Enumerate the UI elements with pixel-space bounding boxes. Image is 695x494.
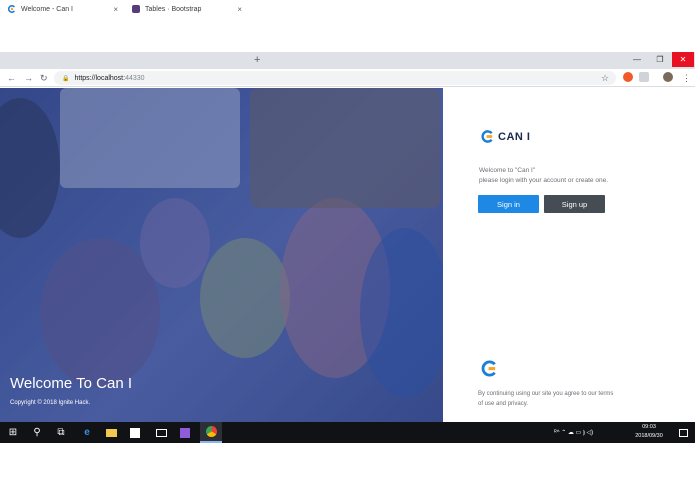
forward-icon[interactable]: →: [24, 69, 33, 87]
tab-close-icon[interactable]: ×: [237, 5, 242, 14]
chrome-icon[interactable]: [200, 422, 222, 443]
edge-icon[interactable]: e: [76, 422, 98, 443]
restore-button[interactable]: ❐: [649, 52, 671, 67]
task-view-icon[interactable]: ⧉: [50, 422, 72, 443]
visual-studio-icon[interactable]: [174, 422, 196, 443]
welcome-text: Welcome to "Can I" please login with you…: [479, 166, 608, 186]
lock-icon: 🔒: [62, 75, 70, 82]
hero-image: [0, 88, 443, 422]
sign-up-button[interactable]: Sign up: [544, 195, 605, 213]
mail-icon[interactable]: [150, 422, 172, 443]
tab-title: Tables · Bootstrap: [145, 5, 202, 13]
brand-name: CAN I: [498, 130, 531, 143]
menu-icon[interactable]: ⋮: [682, 69, 691, 87]
clock-time: 09:03: [642, 424, 656, 430]
reload-icon[interactable]: ↻: [40, 69, 48, 87]
url-host: https://localhost:: [74, 74, 126, 82]
welcome-line: please login with your account or create…: [479, 177, 608, 184]
file-explorer-icon[interactable]: [100, 422, 122, 443]
terms-text: By continuing using our site you agree t…: [478, 389, 628, 409]
can-i-logo-icon: [8, 5, 16, 13]
clock-date: 2018/09/30: [635, 433, 663, 439]
extension-icon[interactable]: [639, 72, 649, 82]
hero-title: Welcome To Can I: [10, 375, 132, 392]
terms-line: of use and privacy.: [478, 401, 528, 407]
back-icon[interactable]: ←: [7, 69, 16, 87]
notifications-icon[interactable]: [672, 422, 694, 443]
welcome-line: Welcome to "Can I": [479, 167, 536, 174]
start-icon[interactable]: ⊞: [2, 422, 24, 443]
screen: Welcome - Can I × Tables · Bootstrap × +…: [0, 0, 695, 494]
can-i-logo-icon: [481, 360, 496, 377]
brand-logo: CAN I: [481, 130, 530, 143]
close-window-button[interactable]: ✕: [672, 52, 694, 67]
tab-close-icon[interactable]: ×: [113, 5, 118, 14]
minimize-button[interactable]: —: [626, 52, 648, 67]
system-tray[interactable]: ᴿ^ ⌃ ☁ ▭ ⦘ ◁): [554, 422, 593, 443]
search-icon[interactable]: ⚲: [26, 422, 48, 443]
avatar[interactable]: [663, 72, 673, 82]
url-port: 44330: [125, 74, 145, 82]
tab-strip: [0, 52, 695, 69]
new-tab-button[interactable]: +: [254, 52, 260, 69]
clock[interactable]: 09:03 2018/09/30: [632, 423, 666, 441]
copyright-text: Copyright © 2018 Ignite Hack.: [10, 400, 91, 406]
tab-welcome[interactable]: Welcome - Can I ×: [2, 1, 124, 17]
bootstrap-icon: [132, 5, 140, 13]
store-icon[interactable]: [124, 422, 146, 443]
address-bar[interactable]: 🔒 https://localhost: 44330: [54, 71, 616, 85]
extension-icon[interactable]: [623, 72, 633, 82]
bookmark-star-icon[interactable]: ☆: [601, 69, 609, 87]
tab-title: Welcome - Can I: [21, 5, 73, 13]
terms-line: By continuing using our site you agree t…: [478, 391, 614, 397]
can-i-logo-icon: [481, 130, 493, 143]
tab-tables[interactable]: Tables · Bootstrap ×: [126, 1, 248, 17]
sign-in-button[interactable]: Sign in: [478, 195, 539, 213]
